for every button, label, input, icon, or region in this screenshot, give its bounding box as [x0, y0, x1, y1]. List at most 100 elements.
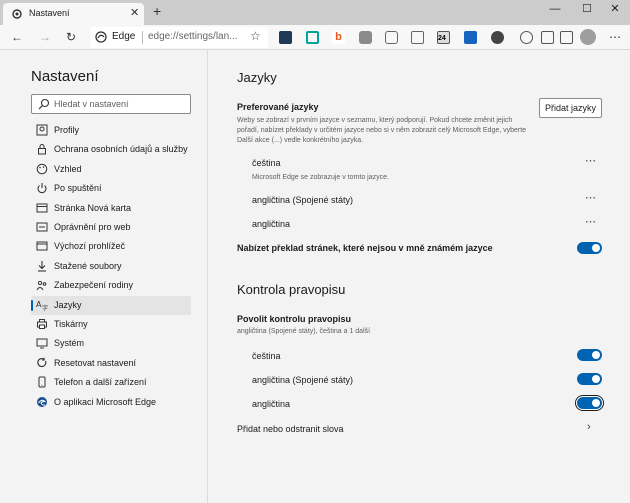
tab-settings[interactable]: Nastavení ✕ — [3, 3, 144, 25]
minimize-button[interactable]: — — [540, 0, 570, 20]
maximize-button[interactable]: ☐ — [572, 0, 602, 20]
sidebar-item-label: Výchozí prohlížeč — [54, 241, 126, 252]
power-icon — [37, 183, 47, 194]
sidebar-item-label: Ochrana osobních údajů a služby — [54, 144, 188, 155]
tab-close-button[interactable]: ✕ — [130, 6, 139, 19]
camera-icon[interactable] — [385, 31, 398, 44]
spellcheck-toggle[interactable] — [577, 373, 602, 385]
sidebar-item-label: Resetovat nastavení — [54, 357, 137, 368]
favorite-star-icon[interactable]: ☆ — [250, 29, 261, 43]
sidebar-item[interactable]: Stažené soubory — [31, 257, 191, 276]
sidebar-item-label: Tiskárny — [54, 319, 88, 329]
edge-logo-icon — [95, 31, 107, 43]
sidebar-item-label: Zabezpečení rodiny — [54, 280, 134, 291]
sidebar-item[interactable]: Resetovat nastavení — [31, 354, 191, 373]
site-permissions-icon — [36, 222, 48, 232]
edge-icon — [37, 396, 47, 407]
spellcheck-toggle[interactable] — [577, 397, 602, 409]
sidebar-item[interactable]: Oprávnění pro web — [31, 218, 191, 237]
preferred-languages-heading: Preferované jazyky — [237, 102, 319, 112]
browser-toolbar: ← → ↻ Edge edge://settings/lan... ☆ b 24… — [0, 25, 630, 50]
image-icon[interactable] — [411, 31, 424, 44]
spellcheck-language-name: angličtina — [252, 399, 291, 409]
tab-title: Nastavení — [29, 8, 70, 18]
sidebar-item[interactable]: Ochrana osobních údajů a služby — [31, 140, 191, 159]
language-more-button[interactable]: ⋯ — [585, 215, 597, 228]
sidebar-item-label: Stránka Nová karta — [54, 202, 132, 213]
sidebar-item-label: Vzhled — [54, 163, 82, 174]
calendar-badge: 24 — [438, 35, 446, 42]
phone-icon — [38, 376, 46, 388]
download-icon[interactable] — [464, 31, 477, 44]
language-item-note: Microsoft Edge se zobrazuje v tomto jazy… — [252, 174, 389, 181]
language-more-button[interactable]: ⋯ — [585, 191, 597, 204]
toggle-knob — [592, 375, 600, 383]
sidebar-item[interactable]: Stránka Nová karta — [31, 199, 191, 218]
favorites-icon[interactable] — [541, 31, 554, 44]
title-bar: Nastavení ✕ + — ☐ ✕ — [0, 0, 630, 25]
printer-icon — [37, 319, 47, 329]
address-bar[interactable]: Edge edge://settings/lan... ☆ — [90, 27, 268, 48]
keyboard-icon[interactable] — [279, 31, 292, 44]
more-menu-button[interactable]: ⋯ — [606, 29, 624, 46]
spellcheck-language-name: angličtina (Spojené státy) — [252, 375, 354, 385]
offer-translate-label: Nabízet překlad stránek, které nejsou v … — [237, 243, 493, 253]
palette-icon — [36, 163, 48, 175]
avatar[interactable] — [580, 29, 596, 45]
sidebar-item[interactable]: Zabezpečení rodiny — [31, 276, 191, 295]
address-url[interactable]: edge://settings/lan... — [148, 31, 238, 42]
lock-icon — [38, 144, 46, 155]
new-tab-button[interactable]: + — [153, 3, 161, 19]
add-remove-words-link[interactable]: Přidat nebo odstranit slova — [237, 424, 344, 434]
family-icon — [36, 281, 47, 291]
sync-icon[interactable] — [520, 31, 533, 44]
toggle-knob — [592, 244, 600, 252]
copy-icon[interactable] — [306, 31, 319, 44]
system-icon — [36, 338, 48, 349]
language-icon: A字 — [36, 300, 48, 311]
add-languages-button[interactable]: Přidat jazyky — [539, 98, 602, 118]
sidebar-item[interactable]: Po spuštění — [31, 179, 191, 198]
b-icon[interactable]: b — [332, 31, 345, 44]
sidebar-item-label: Systém — [54, 338, 85, 349]
sidebar-item-label: Profily — [54, 125, 80, 135]
sidebar-item[interactable]: Profily — [31, 121, 191, 140]
page-title: Jazyky — [237, 70, 277, 85]
video-icon[interactable] — [491, 31, 504, 44]
newtab-icon — [36, 203, 48, 213]
chevron-right-icon[interactable]: › — [587, 421, 591, 433]
address-brand: Edge — [112, 31, 136, 42]
refresh-button[interactable]: ↻ — [62, 29, 80, 46]
close-window-button[interactable]: ✕ — [600, 0, 630, 20]
sidebar-item[interactable]: Systém — [31, 334, 191, 353]
sidebar-item[interactable]: O aplikaci Microsoft Edge — [31, 393, 191, 412]
sidebar-item[interactable]: Vzhled — [31, 160, 191, 179]
settings-sidebar: Nastavení Hledat v nastavení Profily Ochr… — [18, 50, 208, 503]
calendar-icon[interactable]: 24 — [437, 31, 450, 44]
browser-icon — [36, 241, 48, 251]
sidebar-item[interactable]: A 字 Jazyky — [31, 295, 191, 315]
profile-icon — [36, 124, 48, 136]
enable-spellcheck-summary: angličtina (Spojené státy), čeština a 1 … — [237, 328, 371, 335]
search-icon — [38, 98, 50, 110]
gear-icon — [12, 9, 22, 19]
sidebar-title: Nastavení — [31, 68, 99, 85]
search-placeholder: Hledat v nastavení — [54, 99, 129, 109]
sidebar-item-label: Telefon a další zařízení — [54, 377, 147, 388]
forward-button[interactable]: → — [36, 29, 54, 46]
language-item-name: angličtina (Spojené státy) — [252, 195, 354, 205]
enable-spellcheck-label: Povolit kontrolu pravopisu — [237, 314, 352, 324]
search-input[interactable]: Hledat v nastavení — [31, 94, 191, 114]
collections-icon[interactable] — [560, 31, 573, 44]
language-more-button[interactable]: ⋯ — [585, 154, 597, 167]
download-icon — [38, 260, 46, 272]
sidebar-item[interactable]: Výchozí prohlížeč — [31, 237, 191, 256]
back-button[interactable]: ← — [8, 29, 26, 46]
sidebar-item[interactable]: Tiskárny — [31, 315, 191, 334]
recycle-icon[interactable] — [359, 31, 372, 44]
spellcheck-toggle[interactable] — [577, 349, 602, 361]
sidebar-item[interactable]: Telefon a další zařízení — [31, 373, 191, 392]
language-item-name: čeština — [252, 158, 281, 168]
toggle-knob — [592, 399, 600, 407]
offer-translate-toggle[interactable] — [577, 242, 602, 254]
